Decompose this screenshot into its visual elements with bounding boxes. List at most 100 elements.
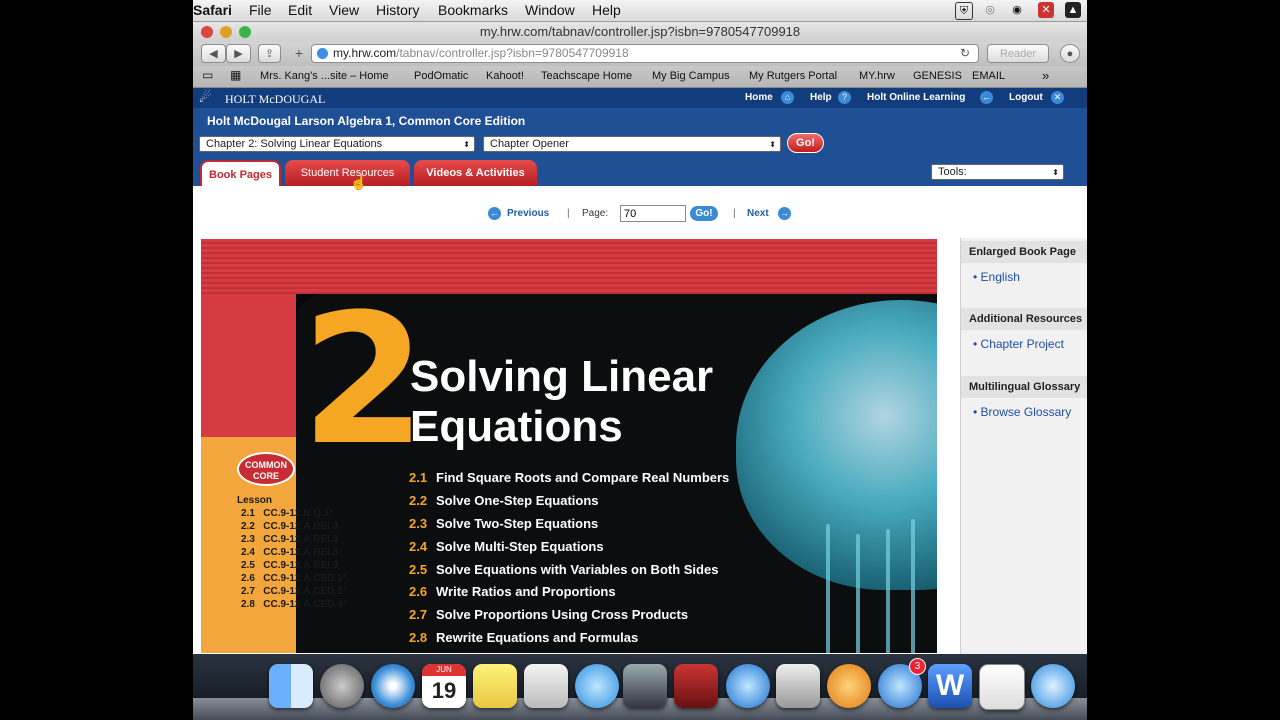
logout-icon[interactable]: ✕ (1051, 91, 1064, 104)
bookmark-item[interactable]: My Rutgers Portal (749, 70, 837, 82)
tab-book-pages[interactable]: Book Pages (200, 160, 281, 186)
stickies-icon[interactable] (473, 664, 517, 708)
red-side-strip (201, 294, 296, 439)
standard-row: 2.1 CC.9-12.N.Q.1* (241, 508, 334, 519)
help-icon[interactable]: ? (838, 91, 851, 104)
calendar-icon[interactable]: JUN 19 (422, 664, 466, 708)
menu-bar: Safari File Edit View History Bookmarks … (193, 0, 1087, 22)
book-title: Holt McDougal Larson Algebra 1, Common C… (207, 114, 526, 128)
bookmark-item[interactable]: Teachscape Home (541, 70, 632, 82)
shield-icon[interactable]: ⛨ (955, 2, 973, 20)
section-select[interactable]: Chapter Opener ⬍ (483, 136, 781, 152)
bookmark-item[interactable]: MY.hrw (859, 70, 895, 82)
standard-row: 2.2 CC.9-12.A.REI.3 (241, 521, 339, 532)
bookmark-item[interactable]: Kahoot! (486, 70, 524, 82)
facetime-icon[interactable] (623, 664, 667, 708)
hrw-header: ☄ HOLT McDOUGAL Home ⌂ Help ? Holt Onlin… (193, 88, 1087, 108)
lesson-item: 2.8 Rewrite Equations and Formulas (409, 630, 639, 645)
home-icon[interactable]: ⌂ (781, 91, 794, 104)
reader-button[interactable]: Reader (987, 44, 1049, 63)
pager-separator: | (567, 208, 570, 219)
arrow-left-icon[interactable]: ← (980, 91, 993, 104)
system-utility-icon[interactable] (776, 664, 820, 708)
next-arrow-icon[interactable]: → (778, 207, 791, 220)
logout-link[interactable]: Logout (1009, 92, 1043, 103)
window-title: my.hrw.com/tabnav/controller.jsp?isbn=97… (479, 24, 801, 39)
address-bar[interactable]: my.hrw.com/tabnav/controller.jsp?isbn=97… (311, 44, 979, 63)
menu-file[interactable]: File (249, 2, 272, 18)
safari-icon[interactable] (371, 664, 415, 708)
help-link[interactable]: Help (810, 92, 832, 103)
next-link[interactable]: Next (747, 208, 769, 219)
word-icon[interactable]: W (928, 664, 972, 708)
tools-select-value: Tools: (938, 166, 967, 178)
jellyfish-photo (736, 300, 937, 590)
previous-link[interactable]: Previous (507, 208, 549, 219)
reload-icon[interactable]: ↻ (960, 45, 970, 62)
lesson-item: 2.7 Solve Proportions Using Cross Product… (409, 607, 689, 622)
bookmark-item[interactable]: My Big Campus (652, 70, 730, 82)
screen-capture-icon[interactable] (979, 664, 1025, 710)
chapter-select-value: Chapter 2: Solving Linear Equations (206, 138, 383, 150)
menu-app-safari[interactable]: Safari (193, 2, 232, 18)
chapter-project-link[interactable]: • Chapter Project (973, 337, 1064, 351)
bookmark-item[interactable]: EMAIL (972, 70, 1005, 82)
chapter-select[interactable]: Chapter 2: Solving Linear Equations ⬍ (199, 136, 475, 152)
top-sites-icon[interactable]: ▦ (230, 68, 241, 82)
go-button[interactable]: Go! (787, 133, 824, 153)
finder-icon[interactable] (269, 664, 313, 708)
more-bookmarks-icon[interactable]: » (1042, 68, 1049, 83)
launchpad-icon[interactable] (320, 664, 364, 708)
standard-row: 2.8 CC.9-12.A.CED.4* (241, 599, 347, 610)
tab-videos-activities[interactable]: Videos & Activities (414, 160, 537, 186)
app-store-icon[interactable]: 3 (878, 658, 926, 708)
airplay-icon[interactable]: ▲ (1065, 2, 1081, 18)
book-page-image: 2 Solving Linear Equations COMMON CORE L… (201, 239, 937, 653)
bookmark-item[interactable]: GENESIS (913, 70, 962, 82)
tab-student-resources[interactable]: Student Resources (285, 160, 410, 186)
lesson-item: 2.6 Write Ratios and Proportions (409, 584, 616, 599)
itunes-icon[interactable] (726, 664, 770, 708)
home-link[interactable]: Home (745, 92, 773, 103)
back-icon[interactable]: ◀ (201, 44, 226, 63)
menu-help[interactable]: Help (592, 2, 621, 18)
menu-edit[interactable]: Edit (288, 2, 312, 18)
page-go-button[interactable]: Go! (690, 206, 718, 221)
lesson-header: Lesson (237, 495, 273, 506)
photo-booth-icon[interactable] (674, 664, 718, 708)
browse-glossary-link[interactable]: • Browse Glossary (973, 405, 1071, 419)
pager-separator: | (733, 208, 736, 219)
ibooks-icon[interactable] (827, 664, 871, 708)
messages-icon[interactable] (575, 664, 619, 708)
page-label: Page: (582, 208, 609, 219)
downloads-icon[interactable]: ● (1060, 44, 1080, 63)
holt-online-link[interactable]: Holt Online Learning (867, 92, 965, 103)
reading-list-icon[interactable]: ▭ (202, 68, 213, 82)
menu-bookmarks[interactable]: Bookmarks (438, 2, 508, 18)
brand-logo: HOLT McDOUGAL (225, 92, 326, 106)
previous-arrow-icon[interactable]: ← (488, 207, 501, 220)
additional-resources-header: Additional Resources (961, 308, 1087, 330)
bookmark-item[interactable]: Mrs. Kang's ...site – Home (260, 70, 389, 82)
chapter-number: 2 (301, 276, 427, 485)
english-link[interactable]: • English (973, 270, 1020, 284)
tools-select[interactable]: Tools: ⬍ (931, 164, 1064, 180)
record-icon[interactable]: ◉ (1009, 2, 1025, 18)
headphones-icon[interactable]: ◎ (982, 2, 998, 18)
forward-icon[interactable]: ▶ (226, 44, 251, 63)
menu-history[interactable]: History (376, 2, 420, 18)
page-input[interactable] (620, 205, 686, 222)
menu-window[interactable]: Window (525, 2, 575, 18)
share-icon[interactable]: ⇪ (258, 44, 281, 63)
quicktime-icon[interactable] (1031, 664, 1075, 708)
lesson-item: 2.5 Solve Equations with Variables on Bot… (409, 562, 719, 577)
preview-icon[interactable] (524, 664, 568, 708)
select-arrows-icon: ⬍ (463, 140, 470, 149)
lesson-item: 2.3 Solve Two-Step Equations (409, 516, 599, 531)
section-select-value: Chapter Opener (490, 138, 569, 150)
close-tray-icon[interactable]: ✕ (1038, 2, 1054, 18)
menu-view[interactable]: View (329, 2, 359, 18)
new-tab-icon[interactable]: + (289, 44, 309, 63)
bookmark-item[interactable]: PodOmatic (414, 70, 468, 82)
screen: Safari File Edit View History Bookmarks … (0, 0, 1280, 720)
